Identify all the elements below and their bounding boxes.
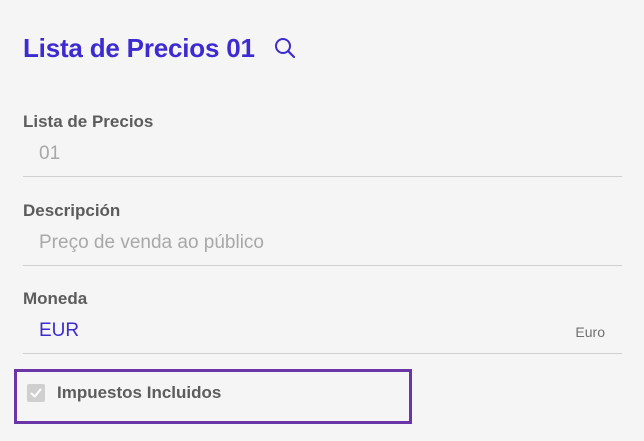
description-label: Descripción	[23, 201, 121, 220]
taxes-included-label: Impuestos Incluidos	[57, 383, 222, 402]
checkmark-icon	[30, 388, 42, 398]
currency-code-link[interactable]: EUR	[39, 319, 79, 343]
search-icon[interactable]	[273, 36, 297, 60]
page-title: Lista de Precios 01	[23, 33, 255, 63]
currency-input[interactable]: EUR Euro	[23, 309, 622, 354]
description-value: Preço de venda ao público	[39, 232, 264, 253]
description-input[interactable]: Preço de venda ao público	[23, 221, 622, 266]
page-header: Lista de Precios 01	[23, 30, 299, 66]
currency-label: Moneda	[23, 289, 88, 308]
taxes-included-checkbox-row[interactable]: Impuestos Incluidos	[27, 383, 221, 403]
description-field: Descripción Preço de venda ao público	[23, 201, 622, 266]
price-list-value: 01	[39, 143, 61, 164]
price-list-input[interactable]: 01	[23, 132, 622, 177]
taxes-included-checkbox[interactable]	[27, 384, 45, 402]
price-list-label: Lista de Precios	[23, 112, 154, 131]
taxes-included-highlight: Impuestos Incluidos	[14, 369, 412, 424]
currency-field: Moneda EUR Euro	[23, 289, 622, 354]
search-button[interactable]	[271, 34, 299, 62]
price-list-field: Lista de Precios 01	[23, 112, 622, 177]
currency-name: Euro	[575, 324, 605, 340]
